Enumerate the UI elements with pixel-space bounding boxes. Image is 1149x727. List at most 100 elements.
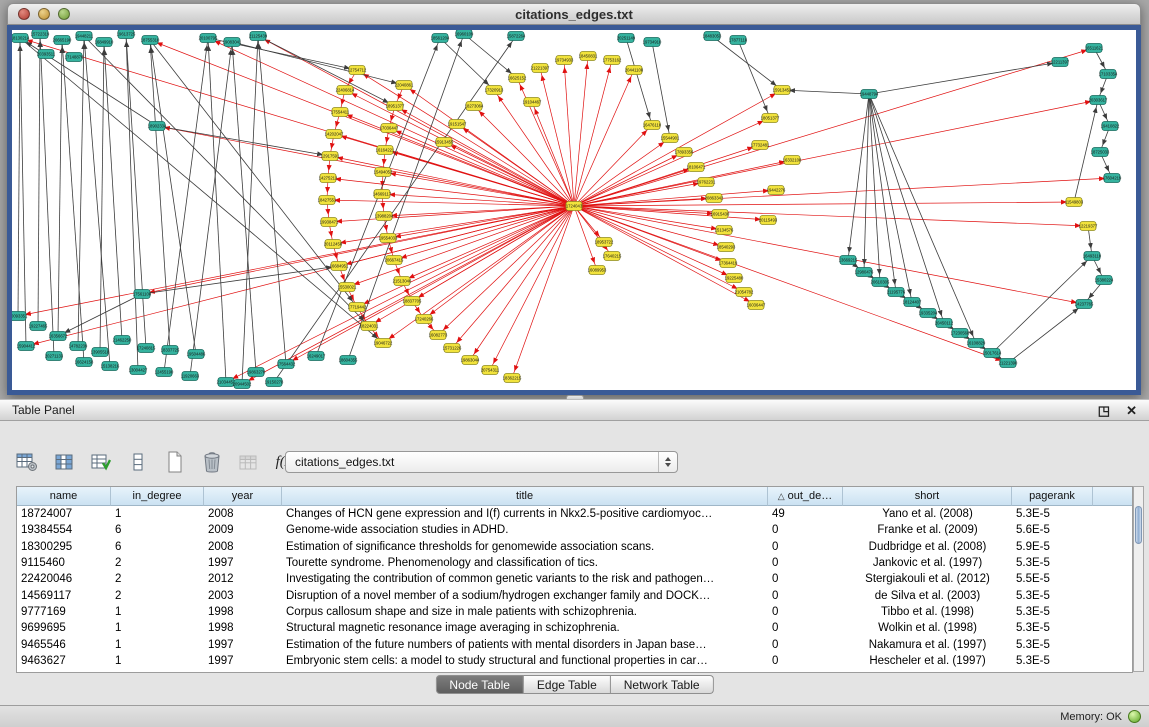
graph-node[interactable]: 17893356 bbox=[675, 148, 694, 157]
graph-node[interactable]: 18051377 bbox=[761, 114, 780, 123]
graph-edge[interactable] bbox=[329, 206, 574, 222]
table-mode-icon[interactable] bbox=[14, 449, 40, 475]
graph-node[interactable]: 17036447 bbox=[380, 124, 399, 133]
table-row[interactable]: 1456911722003Disruption of a novel membe… bbox=[17, 587, 1132, 603]
graph-edge[interactable] bbox=[150, 40, 170, 350]
graph-node[interactable]: 16108829 bbox=[967, 339, 986, 348]
graph-node[interactable]: 15138216 bbox=[101, 362, 120, 371]
graph-node[interactable]: 12211397 bbox=[1051, 58, 1070, 67]
graph-node[interactable]: 18337725 bbox=[161, 346, 180, 355]
tab-node-table[interactable]: Node Table bbox=[435, 675, 524, 694]
graph-node[interactable]: 16476110 bbox=[643, 121, 662, 130]
graph-node[interactable]: 18106471 bbox=[687, 163, 706, 172]
graph-node[interactable]: 19613725 bbox=[117, 30, 136, 39]
import-table-icon[interactable] bbox=[236, 449, 262, 475]
column-header-in_degree[interactable]: in_degree bbox=[111, 487, 204, 506]
graph-node[interactable]: 17320913 bbox=[485, 86, 504, 95]
graph-node[interactable]: 21221390 bbox=[999, 359, 1018, 368]
graph-node[interactable]: 12754712 bbox=[348, 66, 367, 75]
graph-node[interactable]: 18902334 bbox=[148, 122, 167, 131]
graph-edge[interactable] bbox=[258, 36, 574, 206]
graph-node[interactable]: 11920663 bbox=[181, 372, 200, 381]
table-scrollbar[interactable] bbox=[1133, 486, 1144, 672]
graph-node[interactable]: 15913452 bbox=[773, 86, 792, 95]
graph-edge[interactable] bbox=[232, 42, 404, 85]
graph-edge[interactable] bbox=[574, 202, 1074, 206]
graph-node[interactable]: 18725033 bbox=[1091, 148, 1110, 157]
graph-node[interactable]: 18130214 bbox=[12, 34, 30, 43]
graph-node[interactable]: 19083041 bbox=[223, 38, 242, 47]
graph-node[interactable]: 17364419 bbox=[719, 259, 738, 268]
graph-edge[interactable] bbox=[157, 126, 330, 156]
network-graph-svg[interactable]: 1724043127547122240681417554411142020471… bbox=[12, 30, 1136, 390]
column-header-year[interactable]: year bbox=[204, 487, 282, 506]
graph-node[interactable]: 17240815 bbox=[137, 344, 156, 353]
window-titlebar[interactable]: citations_edges.txt bbox=[7, 3, 1141, 25]
graph-node[interactable]: 17103354 bbox=[1099, 70, 1118, 79]
graph-node[interactable]: 15872264 bbox=[507, 32, 526, 41]
graph-node[interactable]: 14202047 bbox=[325, 130, 344, 139]
table-row[interactable]: 911546021997Tourette syndrome. Phenomeno… bbox=[17, 555, 1132, 571]
graph-edge[interactable] bbox=[258, 36, 286, 364]
graph-node[interactable]: 20450112 bbox=[935, 319, 954, 328]
graph-node[interactable]: 19504486 bbox=[187, 350, 206, 359]
graph-node[interactable]: 20665190 bbox=[53, 36, 72, 45]
graph-node[interactable]: 16960109 bbox=[455, 30, 474, 39]
new-table-icon[interactable] bbox=[162, 449, 188, 475]
graph-node[interactable]: 18450831 bbox=[579, 52, 598, 61]
graph-node[interactable]: 21195776 bbox=[887, 288, 906, 297]
graph-node[interactable]: 16624158 bbox=[75, 358, 94, 367]
graph-node[interactable]: 17753162 bbox=[603, 56, 622, 65]
column-header-title[interactable]: title bbox=[282, 487, 768, 506]
graph-node[interactable]: 11549803 bbox=[1065, 198, 1084, 207]
graph-edge[interactable] bbox=[438, 206, 574, 335]
graph-node[interactable]: 18561204 bbox=[431, 34, 450, 43]
minimize-window-icon[interactable] bbox=[38, 8, 50, 20]
graph-node[interactable]: 19335204 bbox=[919, 309, 938, 318]
graph-node[interactable]: 18755310 bbox=[141, 36, 160, 45]
graph-node[interactable]: 18273064 bbox=[465, 102, 484, 111]
graph-node[interactable]: 12219377 bbox=[1079, 222, 1098, 231]
graph-node[interactable]: 21513046 bbox=[393, 277, 412, 286]
graph-node[interactable]: 19448211 bbox=[75, 32, 94, 41]
graph-node[interactable]: 13905518 bbox=[91, 348, 110, 357]
graph-node[interactable]: 18837705 bbox=[403, 297, 422, 306]
graph-node[interactable]: 17732481 bbox=[751, 141, 770, 150]
graph-edge[interactable] bbox=[864, 94, 869, 272]
graph-node[interactable]: 19104467 bbox=[523, 98, 542, 107]
graph-node[interactable]: 15722319 bbox=[31, 30, 50, 39]
table-row[interactable]: 977716911998Corpus callosum shape and si… bbox=[17, 604, 1132, 620]
graph-node[interactable]: 20271133 bbox=[45, 352, 64, 361]
graph-edge[interactable] bbox=[626, 38, 652, 125]
graph-node[interactable]: 18604355 bbox=[339, 356, 358, 365]
graph-edge[interactable] bbox=[574, 206, 768, 220]
graph-node[interactable]: 22406814 bbox=[336, 86, 355, 95]
graph-node[interactable]: 21462250 bbox=[113, 336, 132, 345]
graph-edge[interactable] bbox=[40, 34, 54, 356]
graph-node[interactable]: 16915430 bbox=[711, 210, 730, 219]
graph-edge[interactable] bbox=[424, 206, 574, 319]
graph-node[interactable]: 14669117 bbox=[373, 190, 392, 199]
rows-icon[interactable] bbox=[125, 449, 151, 475]
graph-node[interactable]: 14782239 bbox=[69, 342, 88, 351]
graph-edge[interactable] bbox=[20, 38, 26, 346]
graph-node[interactable]: 16332108 bbox=[783, 156, 802, 165]
graph-edge[interactable] bbox=[869, 94, 896, 292]
graph-node[interactable]: 19863270 bbox=[247, 368, 266, 377]
graph-node[interactable]: 15134576 bbox=[715, 226, 734, 235]
close-panel-icon[interactable]: ✕ bbox=[1126, 404, 1137, 417]
graph-node[interactable]: 17561108 bbox=[133, 290, 152, 299]
graph-edge[interactable] bbox=[712, 36, 782, 90]
graph-node[interactable]: 14237765 bbox=[1075, 300, 1094, 309]
graph-node[interactable]: 19448794 bbox=[860, 90, 879, 99]
graph-edge[interactable] bbox=[18, 38, 20, 316]
graph-node[interactable]: 15380224 bbox=[1095, 276, 1114, 285]
graph-node[interactable]: 16684951 bbox=[330, 262, 349, 271]
graph-node[interactable]: 17240266 bbox=[415, 315, 434, 324]
graph-node[interactable]: 15913455 bbox=[435, 138, 454, 147]
graph-edge[interactable] bbox=[58, 40, 62, 336]
graph-node[interactable]: 17640215 bbox=[603, 252, 622, 261]
graph-node[interactable]: 18483053 bbox=[703, 32, 722, 41]
graph-edge[interactable] bbox=[574, 178, 1112, 206]
graph-node[interactable]: 15904412 bbox=[17, 342, 36, 351]
